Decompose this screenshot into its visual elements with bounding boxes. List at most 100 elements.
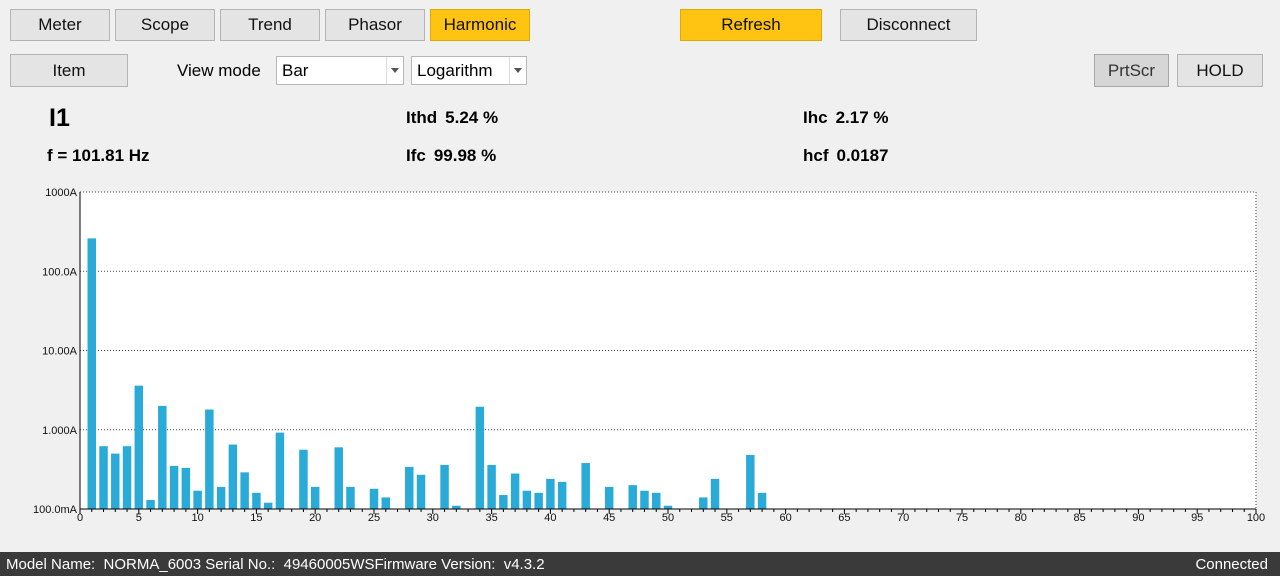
x-tick-label: 0 — [77, 512, 83, 524]
bar-h45 — [604, 486, 614, 509]
tab-scope[interactable]: Scope — [115, 9, 215, 41]
x-tick-label: 40 — [544, 512, 556, 524]
bar-h49 — [652, 492, 661, 509]
bar-h41 — [557, 481, 567, 509]
y-tick-label: 100.0mA — [33, 504, 78, 516]
bar-h29 — [416, 474, 426, 509]
tab-trend[interactable]: Trend — [220, 9, 320, 41]
x-tick-label: 90 — [1132, 512, 1144, 524]
scale-select[interactable]: Logarithm — [411, 56, 527, 85]
bar-h43 — [581, 463, 590, 509]
x-tick-label: 25 — [368, 512, 380, 524]
item-button[interactable]: Item — [10, 54, 128, 87]
bar-h39 — [534, 492, 543, 509]
x-tick-label: 80 — [1015, 512, 1027, 524]
bar-h57 — [746, 455, 755, 509]
bar-h28 — [405, 466, 414, 509]
ihc-readout: Ihc 2.17 % — [803, 108, 889, 128]
bar-h58 — [757, 492, 767, 509]
x-tick-label: 65 — [838, 512, 850, 524]
y-tick-label: 1000A — [45, 187, 77, 199]
prtscr-button[interactable]: PrtScr — [1094, 54, 1169, 87]
bar-h4 — [122, 446, 132, 509]
bar-h14 — [240, 472, 249, 509]
x-tick-label: 15 — [250, 512, 262, 524]
x-tick-label: 50 — [662, 512, 674, 524]
bar-h31 — [440, 464, 449, 509]
bar-h35 — [487, 464, 496, 509]
ihc-value: 2.17 % — [835, 108, 889, 127]
bar-h2 — [99, 446, 108, 509]
bar-h8 — [169, 465, 179, 509]
bar-h5 — [134, 385, 144, 509]
ihc-label: Ihc — [803, 108, 828, 127]
tab-harmonic[interactable]: Harmonic — [430, 9, 530, 41]
chevron-down-icon[interactable] — [386, 57, 403, 84]
ithd-value: 5.24 % — [445, 108, 499, 127]
hold-button[interactable]: HOLD — [1177, 54, 1263, 87]
x-tick-label: 35 — [485, 512, 497, 524]
bar-h48 — [640, 490, 649, 509]
bar-h15 — [252, 492, 261, 509]
hcf-label: hcf — [803, 146, 829, 165]
view-mode-value: Bar — [282, 60, 309, 80]
bar-h54 — [710, 478, 720, 509]
view-mode-select[interactable]: Bar — [276, 56, 404, 85]
ifc-readout: Ifc 99.98 % — [406, 146, 496, 166]
bar-h16 — [263, 502, 273, 509]
x-tick-label: 95 — [1191, 512, 1203, 524]
x-tick-label: 60 — [779, 512, 791, 524]
x-tick-label: 75 — [956, 512, 968, 524]
bar-h20 — [310, 486, 320, 509]
x-tick-label: 20 — [309, 512, 321, 524]
bar-h40 — [546, 478, 555, 509]
bar-h1 — [87, 238, 96, 510]
bar-h53 — [699, 497, 708, 509]
frequency-readout: f = 101.81 Hz — [47, 146, 150, 165]
bar-h36 — [499, 495, 508, 509]
ithd-readout: Ithd 5.24 % — [406, 108, 498, 128]
bar-h13 — [228, 444, 238, 509]
x-tick-label: 100 — [1247, 512, 1265, 524]
channel-label: I1 — [49, 104, 70, 132]
x-tick-label: 85 — [1073, 512, 1085, 524]
bar-h38 — [522, 490, 532, 509]
x-tick-label: 55 — [721, 512, 733, 524]
hcf-readout: hcf 0.0187 — [803, 146, 889, 166]
bar-h37 — [510, 473, 520, 509]
disconnect-button[interactable]: Disconnect — [840, 9, 977, 41]
scale-value: Logarithm — [417, 60, 493, 80]
tab-meter[interactable]: Meter — [10, 9, 110, 41]
harmonic-chart: 1000A 100.0A 10.00A 1.000A 100.0mA0 5 10 15 20 25… — [33, 187, 1265, 524]
connection-status: Connected — [1195, 555, 1268, 573]
view-mode-label: View mode — [177, 61, 261, 80]
status-bar: Model Name: NORMA_6003 Serial No.: 49460… — [0, 552, 1280, 576]
x-tick-label: 30 — [427, 512, 439, 524]
bar-h22 — [334, 447, 343, 509]
tab-phasor[interactable]: Phasor — [325, 9, 425, 41]
y-tick-label: 1.000A — [42, 425, 78, 437]
bar-h12 — [216, 486, 226, 509]
bar-h25 — [369, 488, 379, 509]
bar-h11 — [205, 409, 214, 509]
bar-h47 — [628, 485, 637, 509]
bar-h26 — [381, 497, 390, 509]
bar-h9 — [181, 467, 191, 509]
x-tick-label: 10 — [191, 512, 203, 524]
y-tick-label: 100.0A — [42, 266, 78, 278]
x-tick-label: 70 — [897, 512, 909, 524]
bar-h34 — [475, 406, 485, 509]
bar-h10 — [193, 490, 202, 509]
bar-h23 — [346, 486, 355, 509]
chevron-down-icon[interactable] — [509, 57, 526, 84]
refresh-button[interactable]: Refresh — [680, 9, 822, 41]
x-tick-label: 5 — [136, 512, 142, 524]
device-info: Model Name: NORMA_6003 Serial No.: 49460… — [6, 555, 545, 573]
bar-h6 — [146, 499, 155, 509]
ifc-value: 99.98 % — [433, 146, 497, 165]
ithd-label: Ithd — [406, 108, 438, 127]
bar-h19 — [299, 449, 308, 509]
hcf-value: 0.0187 — [836, 146, 889, 165]
bar-h7 — [158, 405, 167, 509]
x-tick-label: 45 — [603, 512, 615, 524]
